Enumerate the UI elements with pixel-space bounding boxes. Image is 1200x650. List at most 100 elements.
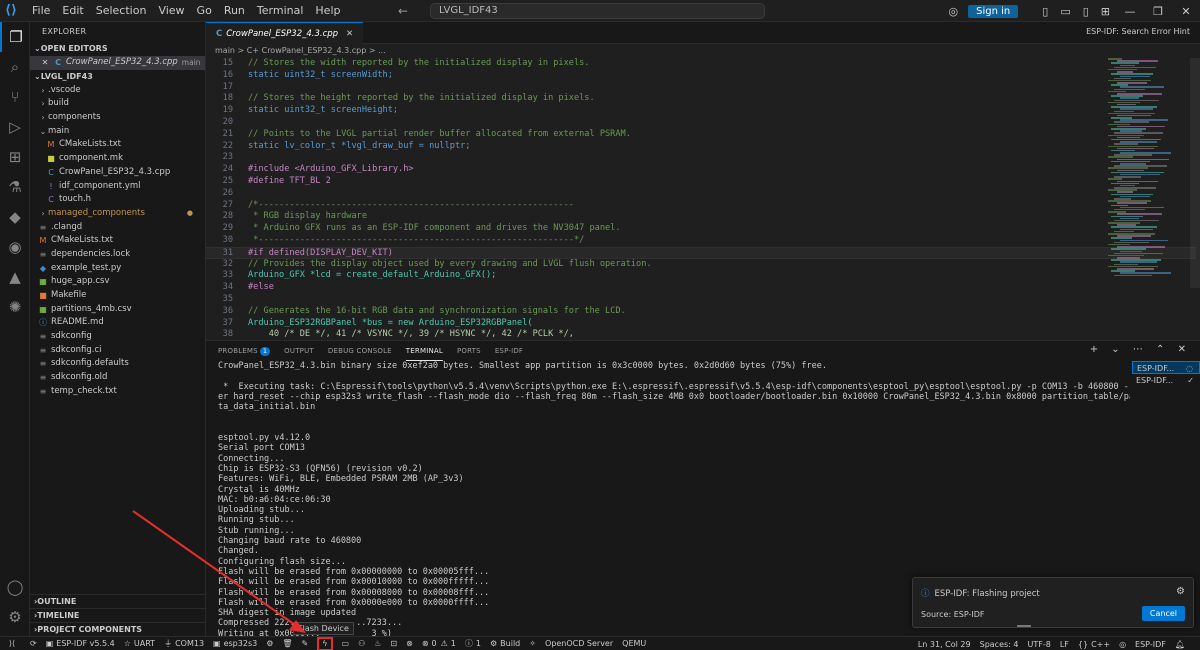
- command-center-search[interactable]: LVGL_IDF43: [430, 3, 765, 19]
- encoding[interactable]: UTF-8: [1027, 637, 1050, 650]
- esp-idf-explorer-icon[interactable]: ▲: [0, 262, 30, 292]
- language-mode[interactable]: {} C++: [1078, 637, 1110, 650]
- menu-item-file[interactable]: File: [26, 0, 56, 22]
- tree-file[interactable]: ▦ partitions_4mb.csv: [30, 303, 205, 317]
- close-icon[interactable]: ✕: [40, 56, 50, 70]
- customize-layout-icon[interactable]: ⊞: [1101, 5, 1110, 18]
- menu-item-terminal[interactable]: Terminal: [251, 0, 310, 22]
- tree-file[interactable]: C CrowPanel_ESP32_4.3.cpp: [30, 166, 205, 180]
- tree-file[interactable]: ≡ dependencies.lock: [30, 248, 205, 262]
- terminal-icon[interactable]: ⊡: [390, 637, 397, 650]
- esp-idf-icon[interactable]: ✺: [0, 292, 30, 322]
- code-line[interactable]: 30 *------------------------------------…: [206, 235, 1196, 247]
- maximize-panel-icon[interactable]: ⌃: [1156, 344, 1164, 355]
- panel-tab-problems[interactable]: PROBLEMS 1: [218, 341, 271, 361]
- code-line[interactable]: 34 #else: [206, 282, 1196, 294]
- code-line[interactable]: 29 * Arduino GFX runs as an ESP-IDF comp…: [206, 223, 1196, 235]
- panel-tab-esp-idf[interactable]: ESP-IDF: [495, 341, 523, 361]
- sign-in-button[interactable]: Sign in: [968, 4, 1019, 18]
- esp-idf-search-error-hint[interactable]: ESP-IDF: Search Error Hint: [1086, 27, 1190, 36]
- code-line[interactable]: 21 // Points to the LVGL partial render b…: [206, 129, 1196, 141]
- debug-icon[interactable]: ⚇: [358, 637, 365, 650]
- tree-file[interactable]: M CMakeLists.txt: [30, 138, 205, 152]
- trash-icon[interactable]: 🗑︎: [282, 637, 292, 650]
- tools-icon[interactable]: ✧: [529, 637, 536, 650]
- tree-file[interactable]: M CMakeLists.txt: [30, 234, 205, 248]
- back-arrow-icon[interactable]: ←: [398, 4, 408, 18]
- testing-icon[interactable]: ⚗: [0, 172, 30, 202]
- tree-folder[interactable]: › components: [30, 111, 205, 125]
- cursor-position[interactable]: Ln 31, Col 29: [918, 637, 971, 650]
- flash-device-button[interactable]: ϟ: [317, 636, 333, 650]
- tree-file[interactable]: ◆ example_test.py: [30, 262, 205, 276]
- code-line[interactable]: 17: [206, 82, 1196, 94]
- terminal-instance-1[interactable]: ESP-IDF... ◌: [1132, 361, 1200, 374]
- monitor-icon[interactable]: ▭: [342, 637, 350, 650]
- close-icon[interactable]: ✕: [1172, 5, 1200, 18]
- idf-version-item[interactable]: ▣ ESP-IDF v5.5.4: [46, 637, 115, 650]
- project-section[interactable]: ⌄LVGL_IDF43: [30, 70, 205, 84]
- tree-file[interactable]: ■ Makefile: [30, 289, 205, 303]
- code-line[interactable]: 18 // Stores the height reported by the i…: [206, 93, 1196, 105]
- code-line[interactable]: 26: [206, 188, 1196, 200]
- esp-idf-status[interactable]: ESP-IDF: [1135, 637, 1166, 650]
- maximize-icon[interactable]: ❐: [1144, 5, 1172, 18]
- tree-file[interactable]: ■ component.mk: [30, 152, 205, 166]
- manage-gear-icon[interactable]: ⚙: [0, 602, 30, 632]
- tree-file[interactable]: ≡ sdkconfig: [30, 330, 205, 344]
- openocd-item[interactable]: OpenOCD Server: [545, 637, 613, 650]
- panel-tab-ports[interactable]: PORTS: [457, 341, 481, 361]
- menu-item-run[interactable]: Run: [218, 0, 251, 22]
- code-line[interactable]: 24 #include <Arduino_GFX_Library.h>: [206, 164, 1196, 176]
- menu-item-help[interactable]: Help: [309, 0, 346, 22]
- copilot-icon[interactable]: ◎: [949, 5, 959, 18]
- code-line[interactable]: 37 Arduino_ESP32RGBPanel *bus = new Ardui…: [206, 318, 1196, 330]
- info-item[interactable]: ⓘ 1: [465, 637, 481, 650]
- editor-tab-active[interactable]: C CrowPanel_ESP32_4.3.cpp ✕: [206, 22, 364, 44]
- tree-folder[interactable]: › managed_components ●: [30, 207, 205, 221]
- all-in-one-icon[interactable]: ⊗: [406, 637, 413, 650]
- code-line[interactable]: 38 40 /* DE */, 41 /* VSYNC */, 39 /* HS…: [206, 329, 1196, 340]
- breadcrumb[interactable]: main > C+ CrowPanel_ESP32_4.3.cpp > ...: [206, 44, 1200, 58]
- remote-indicator[interactable]: ⟩⟨: [0, 636, 24, 650]
- search-icon[interactable]: ⌕: [0, 52, 30, 82]
- account-icon[interactable]: ◯: [0, 572, 30, 602]
- qemu-item[interactable]: QEMU: [622, 637, 646, 650]
- code-line[interactable]: 31 #if defined(DISPLAY_DEV_KIT): [206, 246, 1196, 259]
- indentation[interactable]: Spaces: 4: [980, 637, 1019, 650]
- tree-file[interactable]: ⓘ README.md: [30, 316, 205, 330]
- code-view[interactable]: 15 // Stores the width reported by the in…: [206, 58, 1196, 340]
- panel-tab-output[interactable]: OUTPUT: [284, 341, 314, 361]
- tree-file[interactable]: ≡ .clangd: [30, 221, 205, 235]
- notifications-bell-icon[interactable]: 🔔︎: [1175, 637, 1185, 650]
- tree-folder[interactable]: › .vscode: [30, 84, 205, 98]
- toggle-secondary-sidebar-icon[interactable]: ▯: [1083, 5, 1089, 18]
- code-line[interactable]: 20: [206, 117, 1196, 129]
- settings-gear-icon[interactable]: ⚙: [266, 637, 273, 650]
- uart-item[interactable]: ☆ UART: [124, 637, 155, 650]
- close-panel-icon[interactable]: ✕: [1178, 344, 1186, 355]
- toggle-panel-icon[interactable]: ▭: [1060, 5, 1070, 18]
- menu-item-selection[interactable]: Selection: [90, 0, 153, 22]
- flame-icon[interactable]: ♨: [374, 637, 381, 650]
- code-line[interactable]: 22 static lv_color_t *lvgl_draw_buf = nul…: [206, 141, 1196, 153]
- tree-file[interactable]: ≡ sdkconfig.old: [30, 371, 205, 385]
- problems-item[interactable]: ⊗ 0 ⚠ 1: [422, 637, 456, 650]
- cancel-button[interactable]: Cancel: [1141, 606, 1185, 621]
- source-control-icon[interactable]: ⑂: [0, 82, 30, 112]
- outline-section[interactable]: ›OUTLINE: [30, 594, 206, 608]
- build-item[interactable]: ⚙ Build: [490, 637, 520, 650]
- menu-item-view[interactable]: View: [152, 0, 190, 22]
- extensions-icon[interactable]: ⊞: [0, 142, 30, 172]
- port-item[interactable]: ⏚ COM13: [164, 637, 204, 650]
- panel-tab-debug-console[interactable]: DEBUG CONSOLE: [328, 341, 392, 361]
- code-line[interactable]: 23: [206, 152, 1196, 164]
- end-of-line[interactable]: LF: [1060, 637, 1069, 650]
- explorer-icon[interactable]: ❐: [0, 22, 30, 52]
- notification-gear-icon[interactable]: ⚙: [1176, 586, 1185, 597]
- editor-scrollbar[interactable]: [1190, 58, 1200, 288]
- code-line[interactable]: 28 * RGB display hardware: [206, 211, 1196, 223]
- new-terminal-icon[interactable]: +: [1090, 344, 1098, 355]
- timeline-section[interactable]: ›TIMELINE: [30, 608, 206, 622]
- remote-explorer-icon[interactable]: ◉: [0, 232, 30, 262]
